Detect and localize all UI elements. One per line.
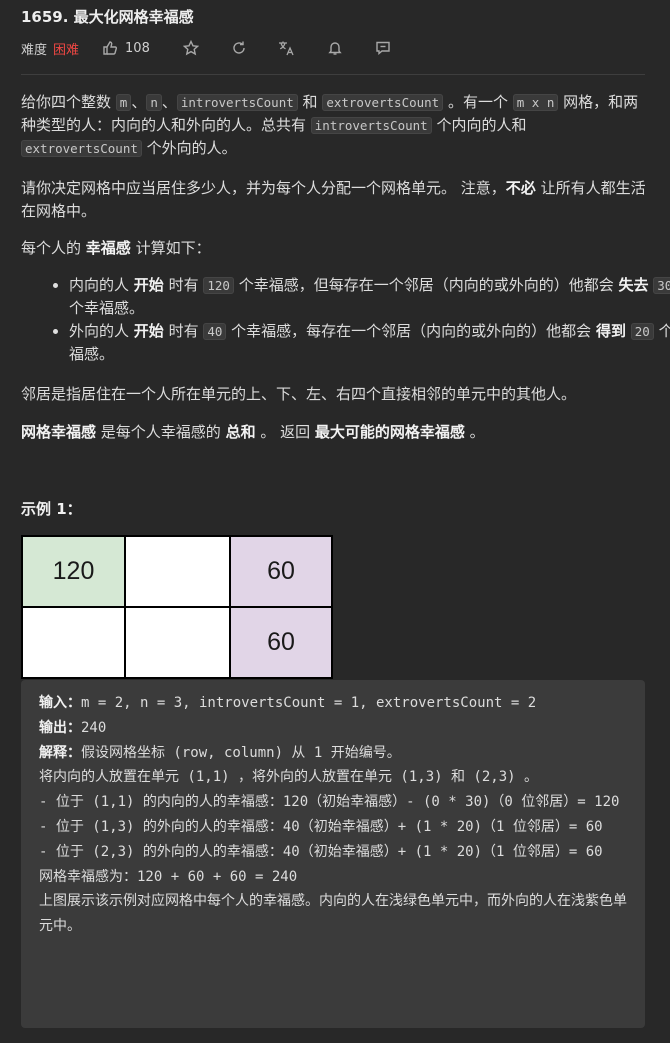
grid-cell-1-1: 120 [23,537,124,606]
bold-text: 不必 [505,179,536,197]
text: 个幸福感。 [69,299,145,317]
explanation-line: 上图展示该示例对应网格中每个人的幸福感。内向的人在浅绿色单元中，而外向的人在浅紫… [39,893,627,935]
explanation-line: - 位于 (1,1) 的内向的人的幸福感：120（初始幸福感）- (0 * 30… [39,794,620,811]
grid-cell-1-2 [126,537,229,606]
difficulty-label: 难度 [21,42,48,58]
grid-cell-1-3: 60 [231,537,331,606]
explanation-label: 解释： [39,744,81,761]
comment-icon[interactable] [374,39,392,57]
text: 外向的人 [69,322,134,340]
code-extroverts-count: extrovertsCount [21,140,142,157]
code-extroverts-count: extrovertsCount [322,94,444,111]
grid-cell-2-3: 60 [231,608,331,677]
text: 个外向的人。 [141,139,237,157]
code-introverts-count: introvertsCount [310,117,432,134]
explanation-line: 网格幸福感为：120 + 60 + 60 = 240 [39,868,298,885]
bold-text: 开始 [133,276,164,294]
grid-cell-2-2 [126,608,229,677]
inline-code: 40 [203,323,227,340]
text: 内向的人 [69,276,134,294]
like-count: 108 [125,40,150,56]
inline-code: 120 [203,277,234,294]
inline-code: 20 [630,323,654,340]
bold-text: 得到 [595,322,626,340]
bold-text: 开始 [133,322,164,340]
explanation-line: 将内向的人放置在单元 (1,1) ，将外向的人放置在单元 (1,3) 和 (2,… [39,769,539,786]
list-item: 外向的人 开始 时有 40 个幸福感，每存在一个邻居（内向的或外向的）他都会 得… [69,320,670,366]
text: 。有一个 [443,93,513,111]
inline-code: 30 [653,277,670,294]
description-paragraph-5: 网格幸福感 是每个人幸福感的 总和 。 返回 最大可能的网格幸福感 。 [21,421,646,444]
divider [21,74,645,75]
output-value: 240 [81,719,107,736]
bold-text: 幸福感 [85,239,131,257]
text: 给你四个整数 [21,93,116,111]
grid-cell-2-1 [23,608,124,677]
thumbs-up-icon[interactable] [101,39,119,57]
bold-text: 网格幸福感 [21,423,97,441]
text: 是每个人幸福感的 [96,423,226,441]
description-paragraph-1: 给你四个整数 m、 n、 introvertsCount 和 extrovertsC… [21,91,646,160]
description-paragraph-2: 请你决定网格中应当居住多少人，并为每个人分配一个网格单元。 注意，不必 让所有人… [21,177,646,223]
text: 每个人的 [21,239,86,257]
text: 个幸福感，但每存在一个邻居（内向的或外向的）他都会 [233,276,619,294]
output-label: 输出： [39,719,81,736]
text: 时有 [163,322,204,340]
list-item: 内向的人 开始 时有 120 个幸福感，但每存在一个邻居（内向的或外向的）他都会… [69,274,670,320]
problem-meta: 难度 困难 108 [21,38,422,58]
explanation-line: - 位于 (1,3) 的外向的人的幸福感：40（初始幸福感）+ (1 * 20)… [39,818,603,835]
text: 和 [297,93,323,111]
problem-title: 1659. 最大化网格幸福感 [21,8,194,26]
text: 。 返回 [255,423,315,441]
code-n: n [146,94,162,111]
text: 、 [161,93,177,111]
code-m: m [115,94,132,111]
star-icon[interactable] [182,39,200,57]
code-m-x-n: m x n [512,94,559,111]
example-grid-image: 120 60 60 [21,535,333,679]
bold-text: 总和 [225,423,256,441]
refresh-icon[interactable] [230,39,248,57]
description-paragraph-3: 每个人的 幸福感 计算如下： [21,237,646,260]
input-label: 输入： [39,695,81,711]
text: 时有 [163,276,204,294]
explanation-line: - 位于 (2,3) 的外向的人的幸福感：40（初始幸福感）+ (1 * 20)… [39,843,603,860]
example-title: 示例 1： [21,500,82,518]
text: 。 [464,423,485,441]
example-code-block: 输入：m = 2, n = 3, introvertsCount = 1, ex… [21,680,645,1028]
code-introverts-count: introvertsCount [176,94,298,111]
bold-text: 失去 [618,276,649,294]
text: 请你决定网格中应当居住多少人，并为每个人分配一个网格单元。 注意， [21,179,506,197]
text: 个内向的人和 [431,116,527,134]
text: 、 [131,93,147,111]
difficulty-badge: 困难 [53,42,80,58]
input-value: m = 2, n = 3, introvertsCount = 1, extro… [81,695,537,711]
rules-list: 内向的人 开始 时有 120 个幸福感，但每存在一个邻居（内向的或外向的）他都会… [21,274,670,366]
bell-icon[interactable] [326,39,344,57]
text: 计算如下： [130,239,211,257]
translate-icon[interactable] [278,39,296,57]
description-paragraph-4: 邻居是指居住在一个人所在单元的上、下、左、右四个直接相邻的单元中的其他人。 [21,385,577,403]
text: 个幸福感，每存在一个邻居（内向的或外向的）他都会 [226,322,596,340]
explanation-text: 假设网格坐标 (row, column) 从 1 开始编号。 [81,744,401,761]
bold-text: 最大可能的网格幸福感 [314,423,465,441]
